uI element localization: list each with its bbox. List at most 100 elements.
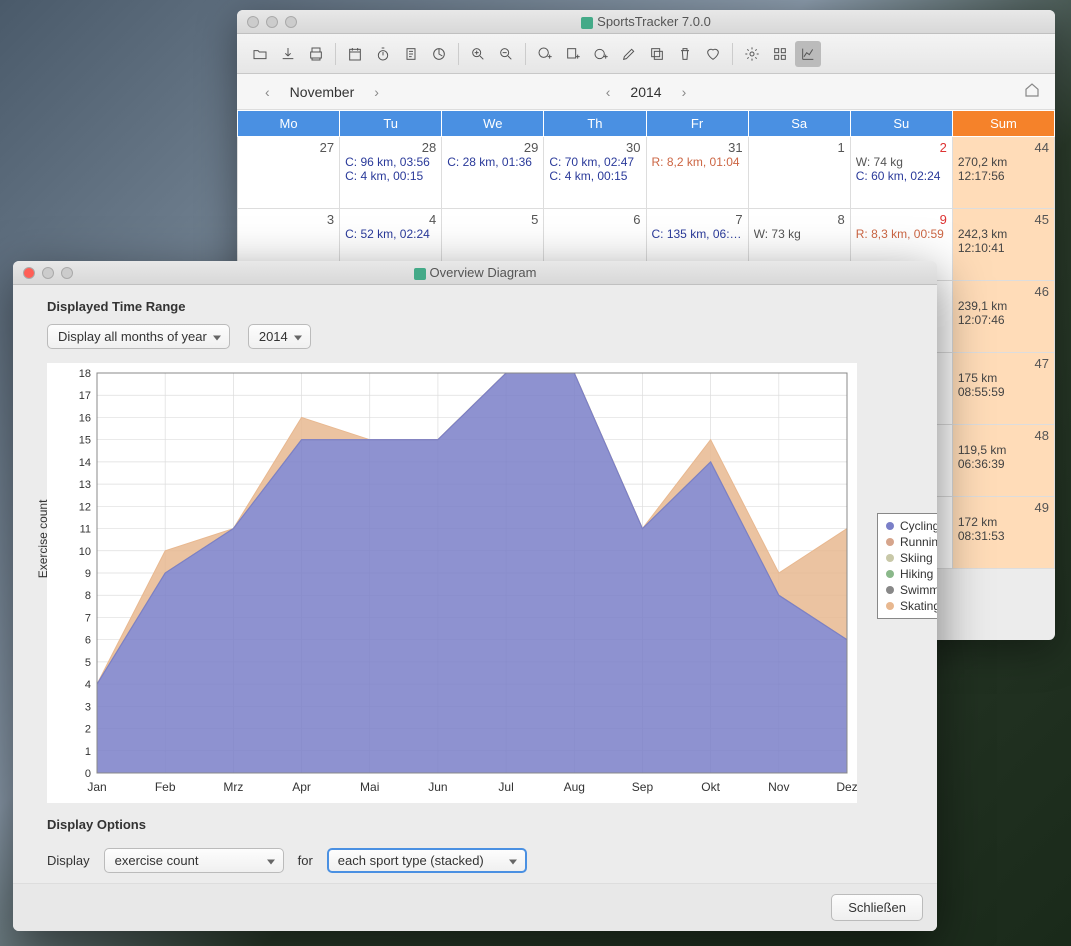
day-header: Fr — [646, 111, 748, 137]
chart-view-icon[interactable] — [795, 41, 821, 67]
add-note-icon[interactable] — [560, 41, 586, 67]
legend-swatch — [886, 570, 894, 578]
legend-item: Hiking — [886, 566, 937, 582]
close-button[interactable]: Schließen — [831, 894, 923, 921]
day-number: 9 — [856, 212, 947, 227]
day-number: 29 — [447, 140, 538, 155]
dialog-minimize-button[interactable] — [42, 267, 54, 279]
calendar-entry: C: 52 km, 02:24 — [345, 227, 436, 241]
calendar-entry: R: 8,3 km, 00:59 — [856, 227, 947, 241]
day-header: Su — [850, 111, 952, 137]
save-icon[interactable] — [275, 41, 301, 67]
chart-legend: CyclingRunningSkiingHikingSwimmingSkatin… — [877, 513, 937, 619]
dialog-zoom-button[interactable] — [61, 267, 73, 279]
day-number: 49 — [958, 500, 1049, 515]
legend-swatch — [886, 602, 894, 610]
day-number: 8 — [754, 212, 845, 227]
svg-text:Feb: Feb — [155, 780, 176, 794]
day-header: Sa — [748, 111, 850, 137]
calendar-navbar: ‹ November › ‹ 2014 › — [237, 74, 1055, 110]
next-year-button[interactable]: › — [674, 80, 695, 104]
day-cell[interactable]: 28C: 96 km, 03:56C: 4 km, 00:15 — [340, 137, 442, 209]
add-weight-icon[interactable] — [588, 41, 614, 67]
day-cell[interactable]: 27 — [238, 137, 340, 209]
svg-text:Mai: Mai — [360, 780, 379, 794]
day-number: 47 — [958, 356, 1049, 371]
day-number: 4 — [345, 212, 436, 227]
grid-icon[interactable] — [767, 41, 793, 67]
dialog-title: Overview Diagram — [430, 265, 537, 280]
day-cell[interactable]: 31R: 8,2 km, 01:04 — [646, 137, 748, 209]
calendar-entry: C: 4 km, 00:15 — [345, 169, 436, 183]
settings-icon[interactable] — [739, 41, 765, 67]
zoom-window-button[interactable] — [285, 16, 297, 28]
copy-icon[interactable] — [644, 41, 670, 67]
display-options-title: Display Options — [47, 817, 903, 832]
window-title: SportsTracker 7.0.0 — [597, 14, 711, 29]
note-icon[interactable] — [398, 41, 424, 67]
calendar-entry: C: 96 km, 03:56 — [345, 155, 436, 169]
sync-icon[interactable] — [426, 41, 452, 67]
calendar-entry: 12:10:41 — [958, 241, 1049, 255]
legend-item: Skating — [886, 598, 937, 614]
calendar-entry: 270,2 km — [958, 155, 1049, 169]
svg-text:1: 1 — [85, 746, 91, 758]
day-number: 31 — [652, 140, 743, 155]
edit-icon[interactable] — [616, 41, 642, 67]
dialog-icon — [414, 268, 426, 280]
day-number: 5 — [447, 212, 538, 227]
sum-cell: 45242,3 km12:10:41 — [952, 209, 1054, 281]
year-dropdown[interactable]: 2014 — [248, 324, 311, 349]
svg-text:13: 13 — [79, 479, 91, 491]
calendar-entry: W: 73 kg — [754, 227, 845, 241]
calendar-entry: 242,3 km — [958, 227, 1049, 241]
calendar-entry: C: 28 km, 01:36 — [447, 155, 538, 169]
toolbar — [237, 34, 1055, 74]
calendar-entry: 12:17:56 — [958, 169, 1049, 183]
day-number: 44 — [958, 140, 1049, 155]
minimize-window-button[interactable] — [266, 16, 278, 28]
calendar-entry: 12:07:46 — [958, 313, 1049, 327]
svg-text:10: 10 — [79, 546, 91, 558]
close-window-button[interactable] — [247, 16, 259, 28]
svg-text:5: 5 — [85, 657, 91, 669]
sum-cell: 48119,5 km06:36:39 — [952, 425, 1054, 497]
day-cell[interactable]: 29C: 28 km, 01:36 — [442, 137, 544, 209]
calendar-entry: C: 4 km, 00:15 — [549, 169, 640, 183]
svg-text:8: 8 — [85, 590, 91, 602]
svg-text:Mrz: Mrz — [223, 780, 243, 794]
day-cell[interactable]: 30C: 70 km, 02:47C: 4 km, 00:15 — [544, 137, 646, 209]
zoom-out-icon[interactable] — [493, 41, 519, 67]
svg-text:6: 6 — [85, 635, 91, 647]
svg-text:4: 4 — [85, 679, 91, 691]
zoom-in-icon[interactable] — [465, 41, 491, 67]
open-icon[interactable] — [247, 41, 273, 67]
svg-text:11: 11 — [80, 524, 91, 536]
for-dropdown[interactable]: each sport type (stacked) — [327, 848, 527, 873]
day-number: 46 — [958, 284, 1049, 299]
day-number: 7 — [652, 212, 743, 227]
delete-icon[interactable] — [672, 41, 698, 67]
dialog-close-button[interactable] — [23, 267, 35, 279]
heart-icon[interactable] — [700, 41, 726, 67]
prev-year-button[interactable]: ‹ — [598, 80, 619, 104]
overview-chart: 0123456789101112131415161718JanFebMrzApr… — [47, 363, 857, 803]
day-cell[interactable]: 2W: 74 kgC: 60 km, 02:24 — [850, 137, 952, 209]
display-label: Display — [47, 853, 90, 868]
svg-text:7: 7 — [85, 612, 91, 624]
time-range-title: Displayed Time Range — [47, 299, 903, 314]
add-exercise-icon[interactable] — [532, 41, 558, 67]
display-dropdown[interactable]: exercise count — [104, 848, 284, 873]
prev-month-button[interactable]: ‹ — [257, 80, 278, 104]
svg-text:Aug: Aug — [564, 780, 585, 794]
stopwatch-icon[interactable] — [370, 41, 396, 67]
range-dropdown[interactable]: Display all months of year — [47, 324, 230, 349]
calendar-icon[interactable] — [342, 41, 368, 67]
next-month-button[interactable]: › — [366, 80, 387, 104]
sum-cell: 47175 km08:55:59 — [952, 353, 1054, 425]
home-icon[interactable] — [1023, 81, 1041, 102]
day-cell[interactable]: 1 — [748, 137, 850, 209]
legend-swatch — [886, 554, 894, 562]
print-icon[interactable] — [303, 41, 329, 67]
svg-text:Apr: Apr — [292, 780, 311, 794]
